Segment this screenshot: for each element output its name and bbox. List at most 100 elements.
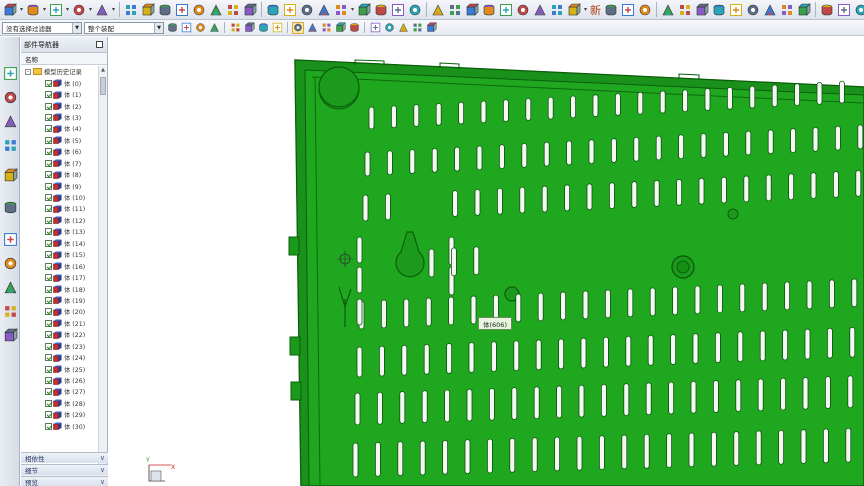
dropdown-arrow-icon[interactable]: ▾	[583, 6, 588, 13]
intersect-icon[interactable]	[549, 2, 565, 18]
tree-item-body[interactable]: 体 (25)	[21, 363, 98, 374]
hole-icon[interactable]	[316, 2, 332, 18]
split-icon[interactable]	[282, 2, 298, 18]
panel-details[interactable]: 细节 ∨	[21, 464, 108, 475]
visibility-checkbox[interactable]	[45, 136, 52, 144]
visibility-checkbox[interactable]	[45, 171, 52, 179]
dropdown-arrow-icon[interactable]: ▾	[88, 6, 93, 13]
tree-item-body[interactable]: 体 (28)	[21, 398, 98, 409]
hd3d-tools-icon[interactable]	[2, 167, 18, 183]
tree-item-body[interactable]: 体 (13)	[21, 226, 98, 237]
snap-face-icon[interactable]	[425, 22, 437, 34]
tree-item-body[interactable]: 体 (4)	[21, 123, 98, 134]
assembly-navigator-icon[interactable]	[2, 65, 18, 81]
snap-curve-icon[interactable]	[411, 22, 423, 34]
visibility-checkbox[interactable]	[45, 331, 52, 339]
tree-item-body[interactable]: 体 (30)	[21, 421, 98, 432]
visibility-checkbox[interactable]	[45, 113, 52, 121]
chevron-down-icon[interactable]: ∨	[100, 454, 105, 462]
pocket-icon[interactable]	[356, 2, 372, 18]
cylinder-solid-icon[interactable]	[819, 2, 835, 18]
history-icon[interactable]	[2, 231, 18, 247]
visibility-checkbox[interactable]	[45, 319, 52, 327]
selection-filter-dropdown[interactable]: 没有选择过滤器 ▼	[2, 21, 82, 34]
tree-item-body[interactable]: 体 (2)	[21, 100, 98, 111]
sphere-icon[interactable]	[71, 2, 87, 18]
visibility-checkbox[interactable]	[45, 399, 52, 407]
visibility-checkbox[interactable]	[45, 148, 52, 156]
filter-icon[interactable]	[208, 22, 220, 34]
select-rect-icon[interactable]	[180, 22, 192, 34]
visibility-checkbox[interactable]	[45, 102, 52, 110]
tree-item-body[interactable]: 体 (14)	[21, 238, 98, 249]
tree-item-body[interactable]: 体 (11)	[21, 203, 98, 214]
tree-item-body[interactable]: 体 (12)	[21, 215, 98, 226]
dropdown-arrow-icon[interactable]: ▾	[111, 6, 116, 13]
tree-item-body[interactable]: 体 (19)	[21, 295, 98, 306]
chamfer-icon[interactable]	[242, 2, 258, 18]
shell-icon[interactable]	[225, 2, 241, 18]
visibility-checkbox[interactable]	[45, 79, 52, 87]
draft-body-icon[interactable]	[762, 2, 778, 18]
view-icon[interactable]	[257, 22, 269, 34]
tree-vertical-scrollbar[interactable]: ▲ ▼	[98, 66, 107, 474]
panel-dependencies[interactable]: 相依性 ∨	[21, 452, 108, 463]
manufacturing-wizard-icon[interactable]	[2, 303, 18, 319]
dropdown-arrow-icon[interactable]: ▾	[65, 6, 70, 13]
new-label[interactable]: 新	[589, 2, 602, 18]
visibility-checkbox[interactable]	[45, 342, 52, 350]
reuse-library-icon[interactable]	[2, 137, 18, 153]
patch-icon[interactable]	[603, 2, 619, 18]
tube-icon[interactable]	[464, 2, 480, 18]
visibility-checkbox[interactable]	[45, 194, 52, 202]
tree-item-body[interactable]: 体 (8)	[21, 169, 98, 180]
tree-item-body[interactable]: 体 (10)	[21, 192, 98, 203]
section-icon[interactable]	[637, 2, 653, 18]
visibility-checkbox[interactable]	[45, 388, 52, 396]
tree-item-body[interactable]: 体 (21)	[21, 318, 98, 329]
scroll-thumb[interactable]	[100, 77, 106, 95]
visibility-checkbox[interactable]	[45, 411, 52, 419]
snap-tangent-icon[interactable]	[348, 22, 360, 34]
cylinder-icon[interactable]	[25, 2, 41, 18]
lasso-icon[interactable]	[243, 22, 255, 34]
move-face-icon[interactable]	[677, 2, 693, 18]
dropdown-arrow-icon[interactable]: ▾	[19, 6, 24, 13]
snap-intersect-icon[interactable]	[369, 22, 381, 34]
draft-icon[interactable]	[191, 2, 207, 18]
tree-item-body[interactable]: 体 (27)	[21, 386, 98, 397]
tree-item-body[interactable]: 体 (24)	[21, 352, 98, 363]
part-navigator-icon[interactable]	[2, 113, 18, 129]
panel-preview[interactable]: 预览 ∨	[21, 476, 108, 486]
visibility-checkbox[interactable]	[45, 125, 52, 133]
collapse-icon[interactable]: –	[25, 68, 31, 75]
thicken-icon[interactable]	[140, 2, 156, 18]
visibility-checkbox[interactable]	[45, 205, 52, 213]
column-header-name[interactable]: 名称	[21, 53, 107, 65]
tree-item-body[interactable]: 体 (6)	[21, 146, 98, 157]
boss-icon[interactable]	[333, 2, 349, 18]
tree-item-body[interactable]: 体 (1)	[21, 89, 98, 100]
extrude-icon[interactable]	[94, 2, 110, 18]
process-studio-icon[interactable]	[2, 279, 18, 295]
coil-icon[interactable]	[481, 2, 497, 18]
replace-face-icon[interactable]	[694, 2, 710, 18]
visibility-checkbox[interactable]	[45, 159, 52, 167]
visibility-checkbox[interactable]	[45, 91, 52, 99]
visibility-checkbox[interactable]	[45, 377, 52, 385]
tree-item-body[interactable]: 体 (29)	[21, 409, 98, 420]
cone-icon[interactable]	[48, 2, 64, 18]
mirror-icon[interactable]	[174, 2, 190, 18]
tree-item-body[interactable]: 体 (26)	[21, 375, 98, 386]
constraint-navigator-icon[interactable]	[2, 89, 18, 105]
block-icon[interactable]	[2, 2, 18, 18]
groove-icon[interactable]	[407, 2, 423, 18]
graphics-window[interactable]: XY 体(606)	[109, 37, 864, 486]
dropdown-arrow-icon[interactable]: ▾	[350, 6, 355, 13]
unite-icon[interactable]	[515, 2, 531, 18]
snap-mid-icon[interactable]	[306, 22, 318, 34]
chevron-down-icon[interactable]: ∨	[100, 466, 105, 474]
visibility-checkbox[interactable]	[45, 274, 52, 282]
shade-icon[interactable]	[271, 22, 283, 34]
subtract-icon[interactable]	[532, 2, 548, 18]
